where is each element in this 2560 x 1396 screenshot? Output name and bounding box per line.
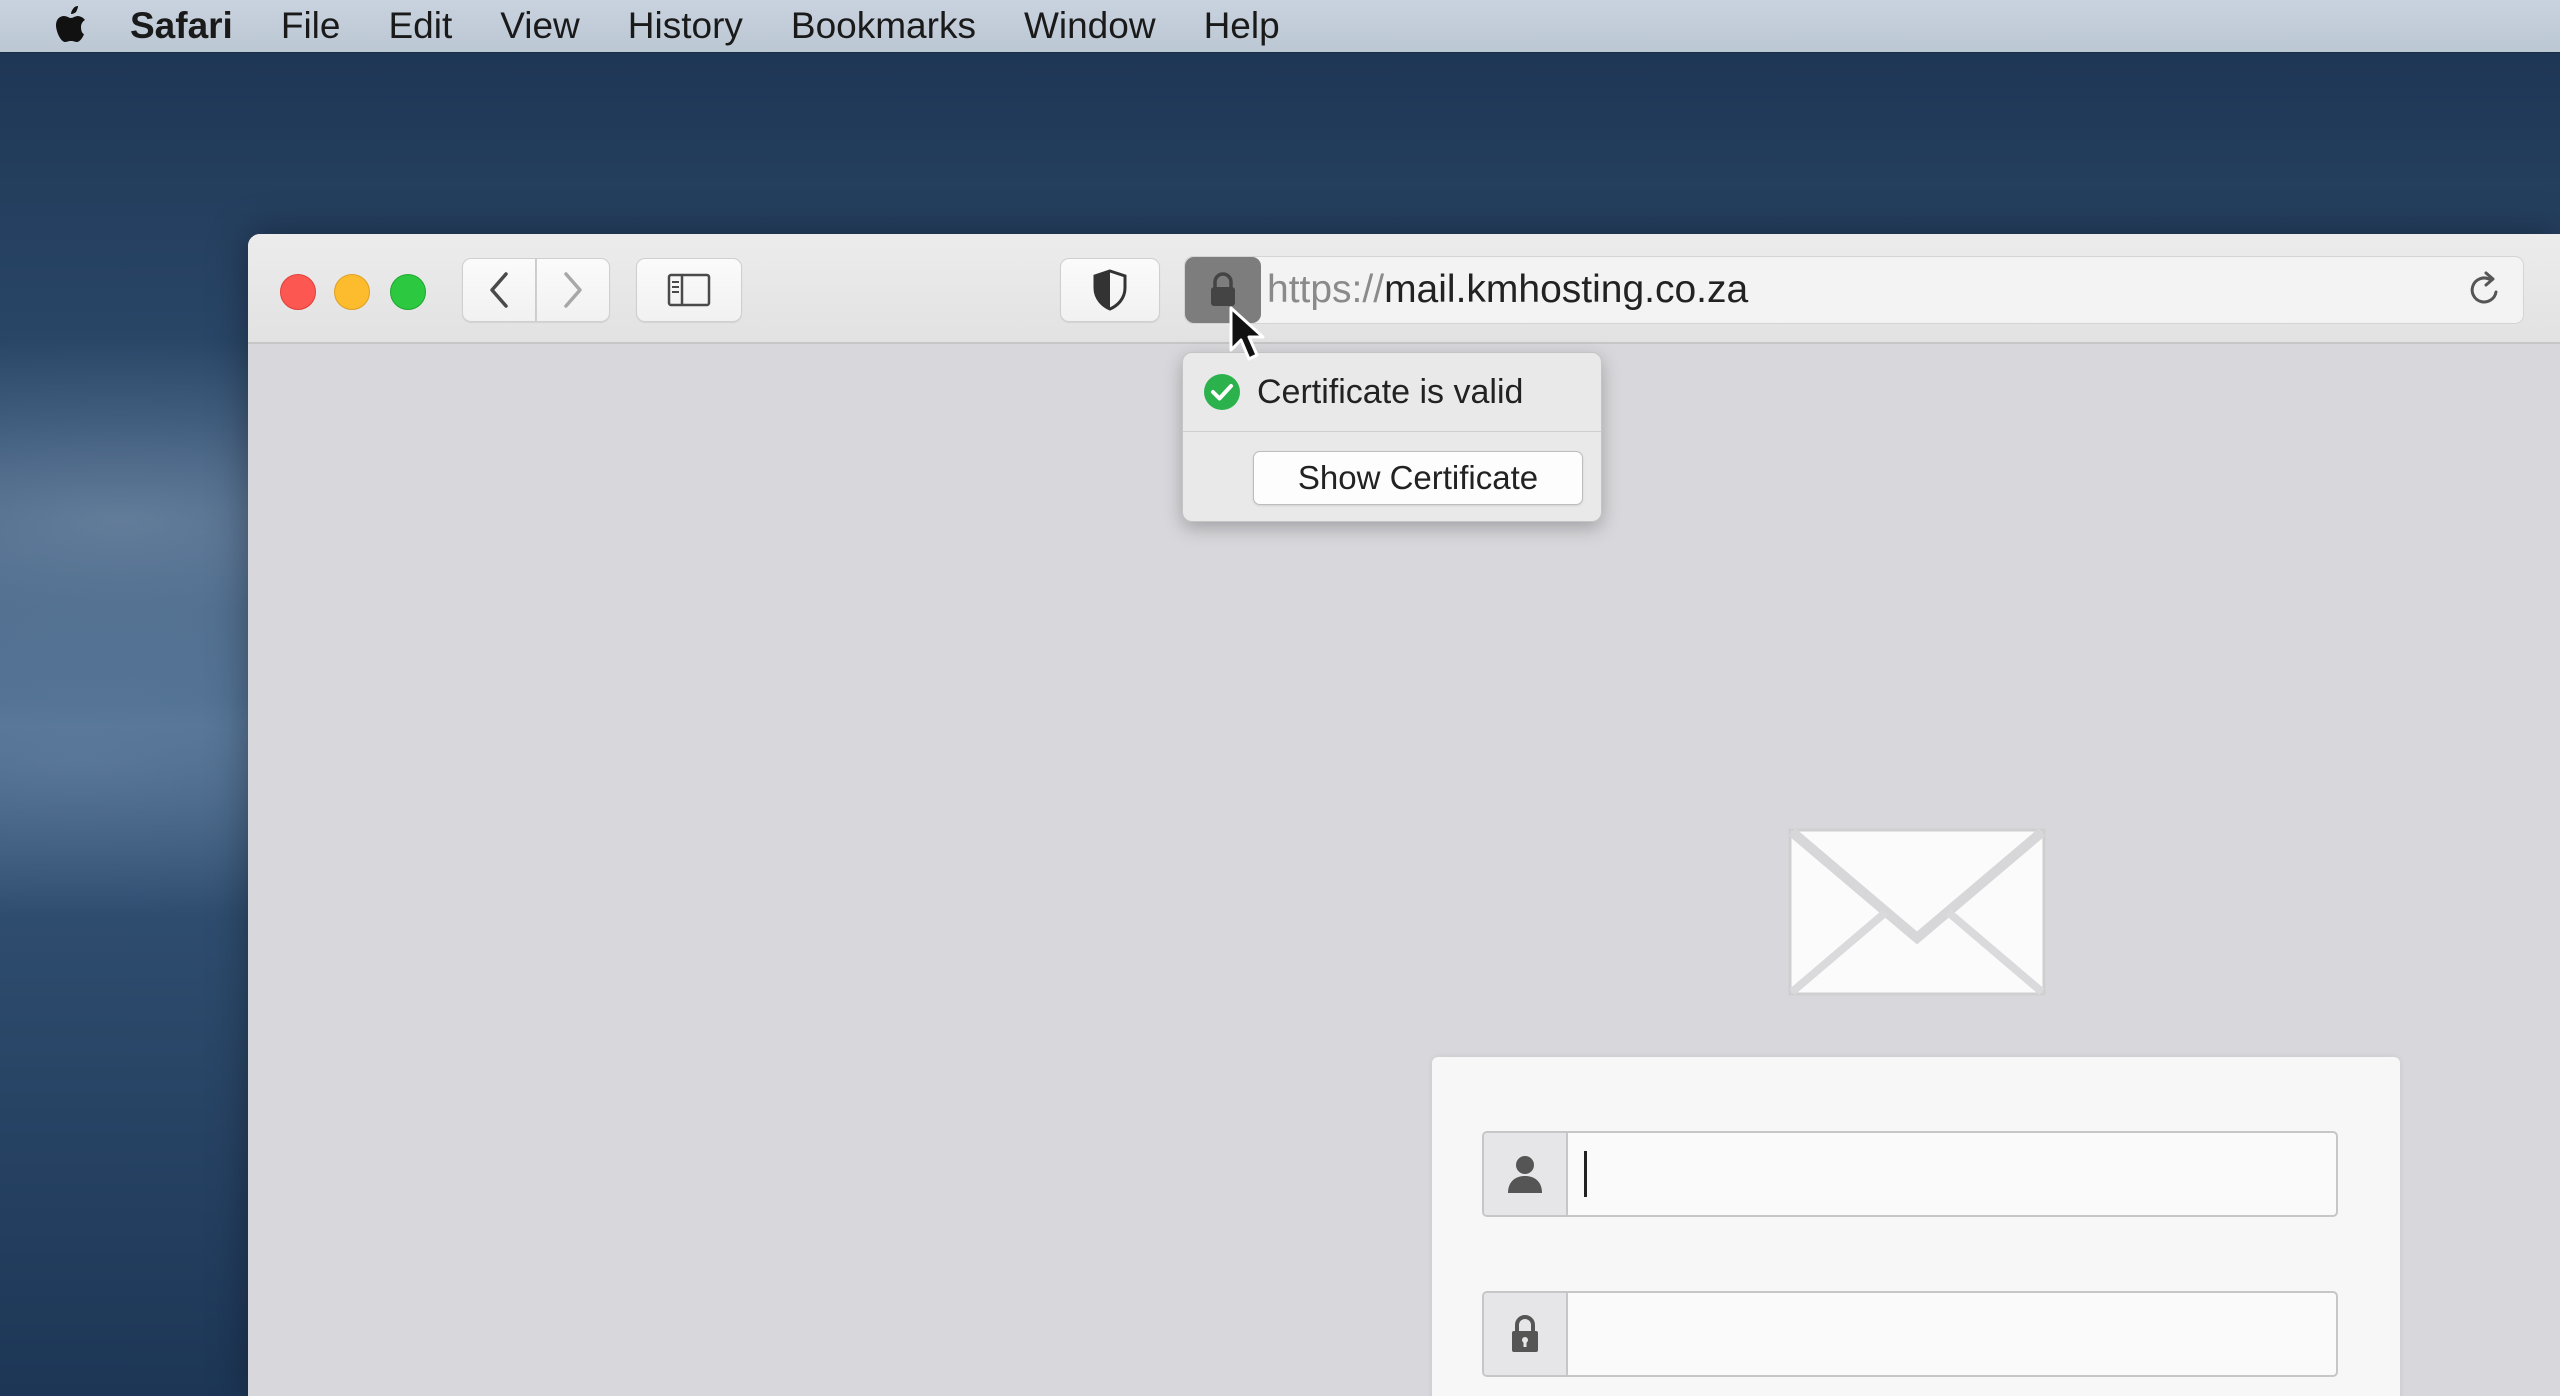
privacy-report-button[interactable] — [1060, 258, 1160, 322]
certificate-status-text: Certificate is valid — [1257, 372, 1524, 411]
apple-menu-icon[interactable] — [50, 5, 90, 47]
username-input[interactable] — [1570, 1133, 2330, 1215]
menu-help[interactable]: Help — [1204, 0, 1280, 52]
envelope-icon — [1788, 828, 2046, 996]
chevron-left-icon — [490, 272, 508, 308]
certificate-popover: Certificate is valid Show Certificate — [1182, 352, 1602, 522]
certificate-status: Certificate is valid — [1203, 371, 1523, 413]
popover-divider — [1183, 431, 1601, 432]
address-bar[interactable]: https://mail.kmhosting.co.za — [1184, 256, 2524, 324]
reload-icon[interactable] — [2465, 270, 2505, 310]
menu-bookmarks[interactable]: Bookmarks — [791, 0, 976, 52]
back-button[interactable] — [462, 258, 536, 322]
url-text[interactable]: https://mail.kmhosting.co.za — [1267, 257, 1748, 323]
menu-app-name[interactable]: Safari — [130, 0, 233, 52]
mouse-cursor-icon — [1229, 306, 1265, 361]
menu-view[interactable]: View — [500, 0, 580, 52]
password-field[interactable] — [1482, 1291, 2338, 1377]
zoom-window-button[interactable] — [390, 274, 426, 310]
menu-window[interactable]: Window — [1024, 0, 1156, 52]
url-host: mail.kmhosting.co.za — [1384, 268, 1749, 311]
url-scheme: https:// — [1267, 268, 1385, 311]
password-input[interactable] — [1570, 1293, 2330, 1375]
chevron-right-icon — [564, 272, 582, 308]
browser-toolbar: https://mail.kmhosting.co.za — [248, 234, 2560, 344]
sidebar-icon — [667, 273, 711, 307]
forward-button[interactable] — [536, 258, 610, 322]
lock-icon — [1512, 1315, 1538, 1352]
text-caret — [1584, 1151, 1587, 1197]
sidebar-toggle-button[interactable] — [636, 258, 742, 322]
username-addon — [1484, 1133, 1568, 1215]
username-field[interactable] — [1482, 1131, 2338, 1217]
menu-history[interactable]: History — [628, 0, 743, 52]
show-certificate-button[interactable]: Show Certificate — [1253, 451, 1583, 505]
menu-bar: Safari File Edit View History Bookmarks … — [0, 0, 2560, 52]
checkmark-icon — [1204, 374, 1240, 410]
menu-file[interactable]: File — [281, 0, 341, 52]
close-window-button[interactable] — [280, 274, 316, 310]
shield-icon — [1093, 269, 1127, 311]
minimize-window-button[interactable] — [334, 274, 370, 310]
login-card — [1432, 1057, 2400, 1396]
password-addon — [1484, 1293, 1568, 1375]
menu-edit[interactable]: Edit — [388, 0, 452, 52]
lock-icon — [1211, 272, 1235, 306]
user-icon — [1508, 1156, 1542, 1193]
